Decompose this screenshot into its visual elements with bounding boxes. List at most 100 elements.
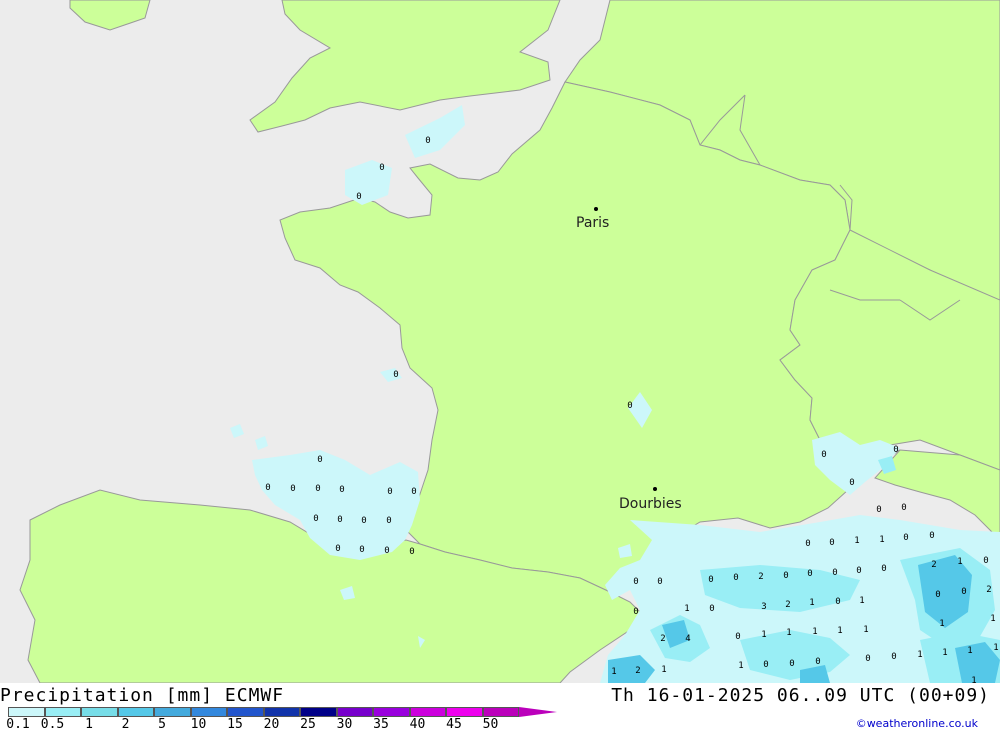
precip-value: 0 xyxy=(789,659,794,669)
scale-label: 40 xyxy=(409,717,426,732)
precip-value: 0 xyxy=(386,516,391,526)
precip-value: 1 xyxy=(939,619,944,629)
precip-value: 1 xyxy=(990,614,995,624)
scale-swatch xyxy=(190,707,227,717)
precip-value: 1 xyxy=(917,650,922,660)
precip-value: 0 xyxy=(783,571,788,581)
precip-value: 0 xyxy=(856,566,861,576)
precip-value: 0 xyxy=(317,455,322,465)
scale-label: 45 xyxy=(446,717,462,732)
precip-value: 1 xyxy=(942,648,947,658)
scale-arrow xyxy=(519,707,557,717)
precip-value: 0 xyxy=(315,484,320,494)
scale-swatch xyxy=(8,707,45,717)
city-label-dourbies: Dourbies xyxy=(619,496,682,512)
precip-value: 0 xyxy=(290,484,295,494)
precip-value: 0 xyxy=(411,487,416,497)
precip-value: 0 xyxy=(657,577,662,587)
precip-value: 0 xyxy=(763,660,768,670)
scale-label: 30 xyxy=(336,717,353,732)
scale-swatch xyxy=(409,707,446,717)
precip-value: 1 xyxy=(957,557,962,567)
precip-value: 0 xyxy=(835,597,840,607)
precip-value: 0 xyxy=(807,569,812,579)
precip-value: 1 xyxy=(738,661,743,671)
map-title: Precipitation [mm] ECMWF xyxy=(0,685,285,706)
precip-value: 1 xyxy=(971,676,976,683)
precip-value: 0 xyxy=(708,575,713,585)
precip-value: 0 xyxy=(876,505,881,515)
scale-swatch xyxy=(44,707,81,717)
credit-link[interactable]: ©weatheronline.co.uk xyxy=(856,717,978,730)
precip-value: 0 xyxy=(627,401,632,411)
precip-value: 0 xyxy=(735,632,740,642)
precip-value: 2 xyxy=(785,600,790,610)
city-dot-dourbies xyxy=(653,487,657,491)
precip-value: 1 xyxy=(661,665,666,675)
precip-value: 0 xyxy=(891,652,896,662)
precip-value: 0 xyxy=(815,657,820,667)
precip-value: 0 xyxy=(361,516,366,526)
precip-value: 0 xyxy=(903,533,908,543)
scale-label: 0.1 xyxy=(6,717,30,732)
precip-value: 0 xyxy=(829,538,834,548)
precip-value: 0 xyxy=(901,503,906,513)
precip-value: 0 xyxy=(929,531,934,541)
precip-value: 0 xyxy=(961,587,966,597)
precip-value: 1 xyxy=(786,628,791,638)
precip-value: 0 xyxy=(337,515,342,525)
precip-value: 0 xyxy=(893,445,898,455)
precip-value: 1 xyxy=(809,598,814,608)
precip-value: 0 xyxy=(379,163,384,173)
scale-label: 50 xyxy=(482,717,499,732)
scale-swatch xyxy=(336,707,373,717)
precip-value: 0 xyxy=(359,545,364,555)
scale-label: 35 xyxy=(373,717,389,732)
precip-value: 2 xyxy=(660,634,665,644)
precip-value: 0 xyxy=(935,590,940,600)
precip-value: 2 xyxy=(931,560,936,570)
scale-label: 1 xyxy=(85,717,93,732)
precip-value: 0 xyxy=(865,654,870,664)
scale-label: 2 xyxy=(121,717,130,732)
precip-value: 0 xyxy=(633,577,638,587)
precip-value: 1 xyxy=(761,630,766,640)
precip-value: 1 xyxy=(859,596,864,606)
scale-swatch xyxy=(482,707,519,717)
scale-swatch xyxy=(373,707,410,717)
scale-label: 15 xyxy=(227,717,243,732)
precip-value: 0 xyxy=(384,546,389,556)
precip-value: 1 xyxy=(837,626,842,636)
precip-value: 0 xyxy=(881,564,886,574)
precip-value: 0 xyxy=(393,370,398,380)
precip-value: 0 xyxy=(265,483,270,493)
precip-value: 3 xyxy=(761,602,766,612)
precip-value: 1 xyxy=(854,536,859,546)
precip-value: 0 xyxy=(849,478,854,488)
precip-value: 1 xyxy=(863,625,868,635)
precip-value: 0 xyxy=(633,607,638,617)
city-dot-paris xyxy=(594,207,598,211)
precip-value: 4 xyxy=(685,634,690,644)
scale-label: 25 xyxy=(300,717,316,732)
scale-label: 0.5 xyxy=(40,717,65,732)
precip-value: 1 xyxy=(812,627,817,637)
precip-value: 1 xyxy=(879,535,884,545)
scale-label: 5 xyxy=(158,717,166,732)
precip-value: 0 xyxy=(805,539,810,549)
scale-swatch xyxy=(300,707,337,717)
scale-label: 20 xyxy=(263,717,280,732)
precip-value: 0 xyxy=(313,514,318,524)
precip-value: 0 xyxy=(733,573,738,583)
precip-value: 0 xyxy=(335,544,340,554)
precip-value: 0 xyxy=(409,547,414,557)
precip-value: 0 xyxy=(983,556,988,566)
scale-swatch xyxy=(446,707,483,717)
precip-value: 0 xyxy=(709,604,714,614)
precip-value: 0 xyxy=(821,450,826,460)
precip-value: 0 xyxy=(387,487,392,497)
valid-time: Th 16-01-2025 06..09 UTC (00+09) xyxy=(611,685,990,706)
precip-value: 0 xyxy=(832,568,837,578)
precip-value: 2 xyxy=(635,666,640,676)
city-label-paris: Paris xyxy=(576,215,609,231)
